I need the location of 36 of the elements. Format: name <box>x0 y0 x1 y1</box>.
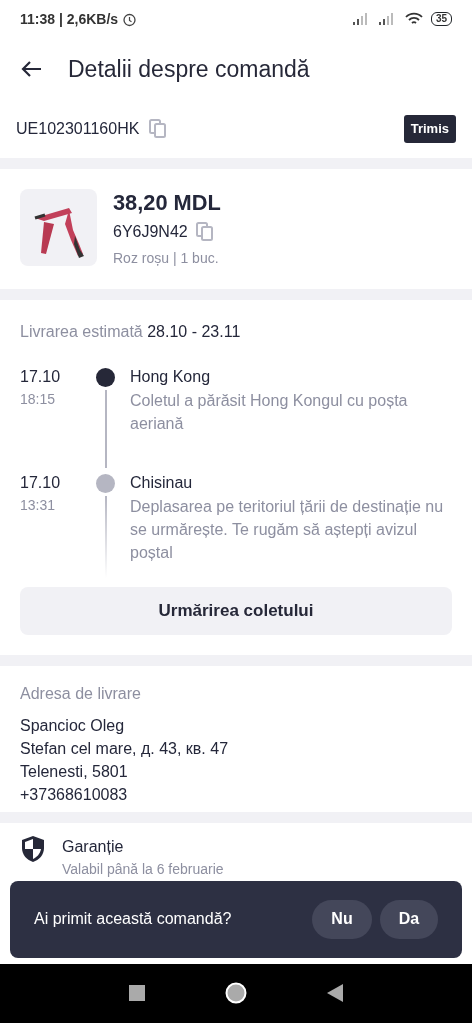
product-price: 38,20 MDL <box>113 189 221 217</box>
address-line: Stefan cel mare, д. 43, кв. 47 <box>20 738 230 759</box>
address-heading: Adresa de livrare <box>20 683 142 704</box>
track-parcel-button[interactable]: Urmărirea coletului <box>20 586 452 635</box>
product-variant: Roz roșu | 1 buc. <box>113 248 220 268</box>
recents-icon[interactable] <box>129 985 145 1002</box>
shield-icon <box>20 834 46 863</box>
event-location: Hong Kong <box>130 366 212 387</box>
wifi-icon <box>404 12 423 26</box>
warranty-title: Garanție <box>62 836 125 857</box>
tracking-number: UE102301160HK <box>16 119 140 139</box>
address-line: Telenesti, 5801 <box>20 761 129 782</box>
toast-question: Ai primit această comandă? <box>34 909 232 930</box>
event-description: Coletul a părăsit Hong Kongul cu poșta aeriană <box>130 390 409 434</box>
warranty-validity: Valabil până la 6 februarie <box>62 859 224 879</box>
battery-indicator: 35 <box>430 12 452 26</box>
event-description: Deplasarea pe teritoriul țării de destinație nu se urmărește. Te rugăm să aștepți avizul poștal <box>130 496 445 564</box>
address-line: +37368610083 <box>20 784 129 805</box>
alarm-icon <box>122 11 138 27</box>
page-title: Detalii despre comandă <box>68 54 310 84</box>
no-button[interactable]: Nu <box>312 899 372 939</box>
event-time: 18:15 <box>20 389 57 409</box>
status-badge: Trimis <box>403 115 456 143</box>
delivery-estimate: Livrarea estimată 28.10 - 23.11 <box>19 321 242 342</box>
address-line: Spancioc Oleg <box>20 715 126 736</box>
event-time: 13:31 <box>20 495 57 515</box>
back-button[interactable] <box>20 60 42 78</box>
product-code: 6Y6J9N42 <box>113 221 188 242</box>
back-arrow-icon <box>20 60 42 78</box>
status-time: 11:38 | 2,6KB/s <box>20 9 119 29</box>
back-icon[interactable] <box>327 984 343 1003</box>
yes-button[interactable]: Da <box>380 899 438 939</box>
home-icon[interactable] <box>225 982 247 1005</box>
event-date: 17.10 <box>20 472 62 493</box>
event-date: 17.10 <box>20 366 62 387</box>
event-location: Chisinau <box>130 472 194 493</box>
